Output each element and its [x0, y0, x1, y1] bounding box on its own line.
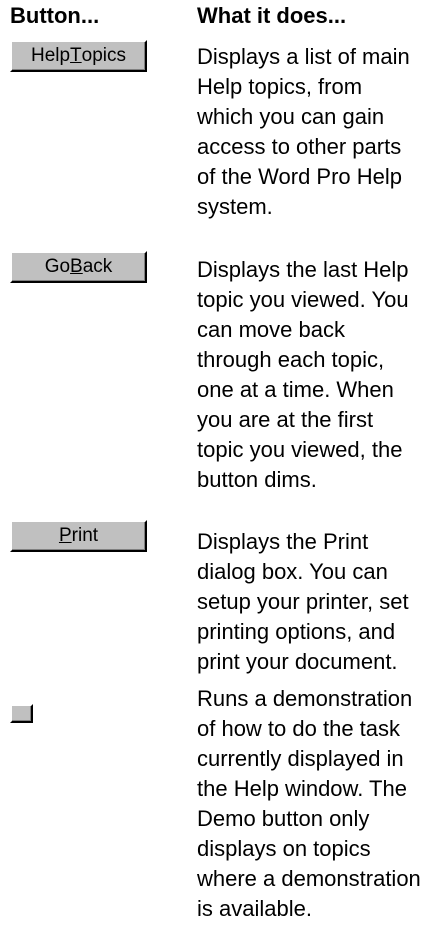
description-column-header: What it does... [197, 3, 347, 28]
print-button[interactable]: Print [10, 520, 147, 552]
demo-button[interactable] [10, 704, 33, 723]
help-topics-description: Displays a list of main Help topics, fro… [197, 42, 422, 222]
description-line: which you can gain [197, 104, 385, 129]
description-line: Displays the Print [197, 529, 369, 554]
description-line: currently displayed in [197, 746, 404, 771]
go-back-label-accel: B [70, 256, 83, 277]
description-line: the Help window. The [197, 776, 407, 801]
description-line: one at a time. When [197, 377, 394, 402]
description-line: can move back [197, 317, 345, 342]
button-column-header: Button... [10, 3, 100, 28]
description-line: is available. [197, 896, 312, 921]
description-line: Displays the last Help [197, 257, 409, 282]
help-topics-label-accel: T [70, 45, 82, 66]
help-topics-label-post: opics [81, 45, 127, 66]
demo-description: Runs a demonstration of how to do the ta… [197, 684, 422, 924]
go-back-description: Displays the last Help topic you viewed.… [197, 255, 422, 495]
description-line: where a demonstration [197, 866, 421, 891]
description-line: topic you viewed, the [197, 437, 403, 462]
description-line: through each topic, [197, 347, 385, 372]
description-line: access to other parts [197, 134, 402, 159]
description-line: button dims. [197, 467, 317, 492]
description-line: setup your printer, set [197, 589, 409, 614]
description-line: print your document. [197, 649, 398, 674]
description-line: printing options, and [197, 619, 396, 644]
print-label-post: rint [71, 525, 99, 546]
description-line: Demo button only [197, 806, 370, 831]
help-topics-label-pre: Help [30, 45, 71, 66]
description-line: displays on topics [197, 836, 371, 861]
description-line: you are at the first [197, 407, 374, 432]
description-line: of the Word Pro Help [197, 164, 403, 189]
description-line: Runs a demonstration [197, 686, 413, 711]
print-label-accel: P [58, 525, 72, 546]
print-description: Displays the Print dialog box. You can s… [197, 527, 422, 677]
go-back-button[interactable]: Go Back [10, 251, 147, 283]
description-line: topic you viewed. You [197, 287, 409, 312]
description-line: Help topics, from [197, 74, 363, 99]
description-line: Displays a list of main [197, 44, 410, 69]
description-line: of how to do the task [197, 716, 401, 741]
description-line: dialog box. You can [197, 559, 388, 584]
go-back-label-pre: Go [44, 256, 71, 277]
go-back-label-post: ack [82, 256, 113, 277]
description-line: system. [197, 194, 273, 219]
help-topics-button[interactable]: Help Topics [10, 40, 147, 72]
